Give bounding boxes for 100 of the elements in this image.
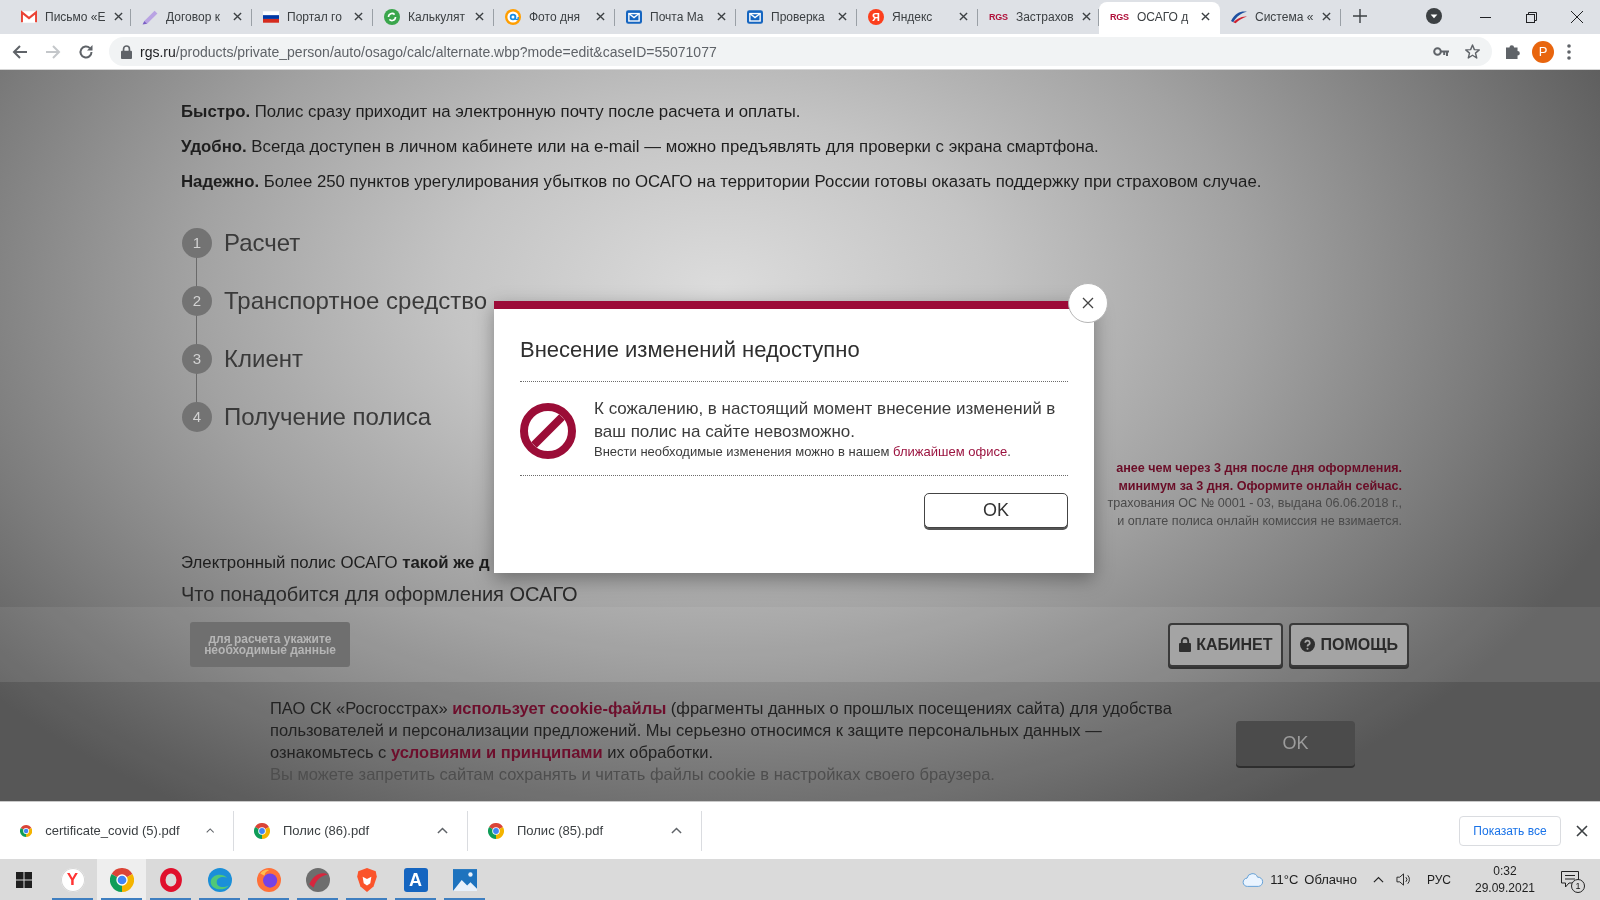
cookie-notice: ПАО СК «Росгосстрах» использует cookie-файлы (фрагменты данных о прошлых посещениях сайта) для удобства пользователей и персонализации предложений. Мы серьезно относимся к защите персональных данных — ознакомьтесь с условиями и принципами их обработки. xyxy=(270,698,1173,763)
note-text: анее чем через 3 дня после дня оформления. xyxy=(1115,460,1402,477)
favicon-logo: Я xyxy=(868,8,884,25)
close-icon[interactable] xyxy=(1081,12,1091,21)
dropdown-icon[interactable] xyxy=(1426,8,1442,24)
browser-tab[interactable]: Система « xyxy=(1220,2,1341,34)
browser-tab[interactable]: Почта Ма xyxy=(615,2,736,34)
menu-icon[interactable] xyxy=(1567,43,1571,60)
tab-title: Фото дня xyxy=(529,8,582,25)
nav-button[interactable]: КАБИНЕТ xyxy=(1168,622,1284,667)
browser-tab[interactable]: Я Яндекс xyxy=(857,2,978,34)
caret-up-icon[interactable] xyxy=(437,827,448,834)
download-file-name: Полис (85).pdf xyxy=(517,823,604,838)
help-icon xyxy=(1300,637,1316,652)
dialog-hint: Внести необходимые изменения можно в нашем ближайшем офисе. xyxy=(594,443,1012,461)
close-icon[interactable] xyxy=(596,12,605,21)
download-item[interactable]: Полис (86).pdf xyxy=(234,810,468,851)
clock-time[interactable]: 0:32 xyxy=(1493,862,1517,880)
tab-title: Почта Ма xyxy=(650,8,705,25)
cloud-icon xyxy=(1242,872,1265,887)
browser-tab[interactable]: Портал го xyxy=(252,2,373,34)
puzzle-icon[interactable] xyxy=(1506,44,1521,59)
section-heading: Что понадобится для оформления ОСАГО xyxy=(181,583,579,605)
tab-title: Яндекс xyxy=(892,8,934,25)
close-icon[interactable] xyxy=(1322,12,1331,21)
note-text: минимум за 3 дня. Оформите онлайн сейчас. xyxy=(1117,477,1402,495)
close-button[interactable] xyxy=(1068,283,1108,323)
caret-up-icon[interactable] xyxy=(205,827,214,834)
close-icon[interactable] xyxy=(233,12,242,21)
windows-logo-icon[interactable] xyxy=(16,871,32,888)
browser-tab[interactable]: Калькулят xyxy=(373,2,494,34)
taskbar-app[interactable]: Y xyxy=(48,859,97,900)
ok-button[interactable]: OK xyxy=(924,493,1068,528)
lock-icon xyxy=(121,44,132,59)
favicon-logo: RGS xyxy=(989,10,1008,23)
envelope-icon xyxy=(626,8,642,25)
note-text: и оплате полиса онлайн комиссия не взимается. xyxy=(1116,512,1402,530)
prohibited-icon xyxy=(520,403,576,459)
browser-tab[interactable]: RGS Застрахов xyxy=(978,2,1099,34)
weather-text: Облачно xyxy=(1304,872,1357,887)
speaker-icon[interactable] xyxy=(1395,872,1411,887)
close-icon[interactable] xyxy=(959,12,968,21)
reload-icon[interactable] xyxy=(78,43,94,60)
step-number: 1 xyxy=(182,228,212,258)
ring-icon xyxy=(505,8,521,25)
feature-text: Удобно. Всегда доступен в личном кабинете или на e-mail — можно предъявлять для проверки с экрана смартфона. xyxy=(181,136,1100,158)
browser-tab[interactable]: RGS ОСАГО д xyxy=(1099,2,1220,34)
step-label: Получение полиса xyxy=(224,402,432,432)
step-number: 2 xyxy=(182,286,212,316)
dialog-message: К сожалению, в настоящий момент внесение изменений в ваш полис на сайте невозможно. xyxy=(594,398,1057,443)
back-arrow-icon[interactable] xyxy=(12,43,28,60)
show-all-button[interactable]: Показать все xyxy=(1459,815,1561,846)
browser-tab[interactable]: Письмо «Е xyxy=(10,2,131,34)
round-logo-icon xyxy=(109,867,134,892)
chevron-up-icon[interactable] xyxy=(1372,876,1384,883)
close-icon[interactable] xyxy=(354,12,363,21)
disc-icon xyxy=(305,867,330,892)
step-label: Транспортное средство xyxy=(224,286,488,316)
address-bar[interactable]: rgs.ru/products/private_person/auto/osago/calc/alternate.wbp?mode=edit&caseID=55071077 xyxy=(109,37,1492,66)
language-indicator[interactable]: РУС xyxy=(1426,872,1451,887)
swirl-icon xyxy=(207,867,232,892)
tab-title: Калькулят xyxy=(408,8,467,25)
browser-tab[interactable]: Договор к xyxy=(131,2,252,34)
download-item[interactable]: Полис (85).pdf xyxy=(468,810,702,851)
plus-icon[interactable] xyxy=(1353,9,1367,23)
close-icon[interactable] xyxy=(1576,824,1588,837)
download-item[interactable]: certificate_covid (5).pdf xyxy=(0,810,234,851)
notification-count: 1 xyxy=(1571,879,1585,893)
ring-icon xyxy=(158,867,183,892)
minimize-icon[interactable] xyxy=(1479,16,1491,18)
browser-tab[interactable]: Проверка xyxy=(736,2,857,34)
close-icon[interactable] xyxy=(1571,11,1583,23)
close-icon[interactable] xyxy=(475,12,484,21)
clock-date[interactable]: 29.09.2021 xyxy=(1474,879,1536,897)
envelope-icon xyxy=(747,8,763,25)
favicon-logo: RGS xyxy=(1110,10,1129,23)
close-icon[interactable] xyxy=(717,12,726,21)
circular-arrows-icon xyxy=(384,8,400,25)
step-label: Расчет xyxy=(224,228,301,258)
flag-icon xyxy=(263,8,279,25)
taskbar-app[interactable] xyxy=(97,859,146,900)
download-file-name: Полис (86).pdf xyxy=(283,823,370,838)
key-icon[interactable] xyxy=(1433,47,1449,56)
restore-icon[interactable] xyxy=(1525,11,1537,23)
star-icon[interactable] xyxy=(1465,44,1480,59)
notification-icon[interactable] xyxy=(1561,871,1579,888)
step-number: 4 xyxy=(182,402,212,432)
close-icon[interactable] xyxy=(113,12,123,21)
nav-button[interactable]: ПОМОЩЬ xyxy=(1289,622,1409,667)
taskbar-app[interactable]: A xyxy=(391,859,440,900)
envelope-icon xyxy=(21,8,37,25)
tab-title: Портал го xyxy=(287,8,343,25)
round-logo-icon xyxy=(254,822,270,839)
close-icon[interactable] xyxy=(1201,12,1210,21)
tab-title: Договор к xyxy=(166,8,221,25)
close-icon[interactable] xyxy=(838,12,847,21)
app-logo: Y xyxy=(60,867,85,892)
caret-up-icon[interactable] xyxy=(671,827,682,834)
download-file-name: certificate_covid (5).pdf xyxy=(45,823,180,838)
browser-tab[interactable]: Фото дня xyxy=(494,2,615,34)
